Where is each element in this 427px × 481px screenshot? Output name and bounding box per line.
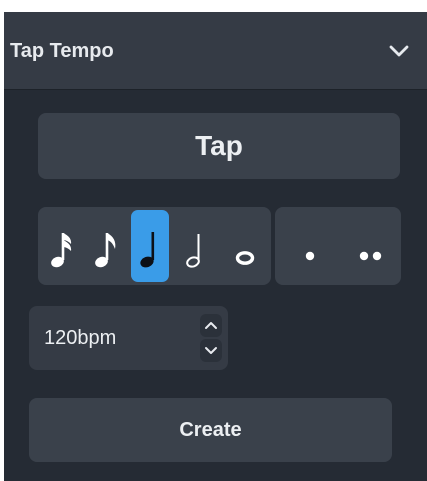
note-option-eighth[interactable] bbox=[86, 210, 124, 282]
sixteenth-note-icon bbox=[51, 233, 72, 268]
tap-tempo-panel: Tap Tempo Tap 120bpm Create bbox=[4, 12, 427, 481]
note-option-half[interactable] bbox=[177, 210, 215, 282]
note-option-quarter[interactable] bbox=[131, 210, 169, 282]
half-note-icon bbox=[186, 234, 200, 268]
single-dot-option[interactable] bbox=[281, 210, 335, 282]
chevron-down-icon bbox=[205, 347, 217, 354]
tempo-stepper: 120bpm bbox=[29, 306, 228, 370]
tempo-input[interactable]: 120bpm bbox=[44, 306, 194, 370]
note-option-sixteenth[interactable] bbox=[42, 210, 80, 282]
dot-selector bbox=[275, 207, 401, 285]
double-dot-icon bbox=[359, 251, 382, 261]
double-dot-option[interactable] bbox=[339, 210, 397, 282]
whole-note-icon bbox=[235, 251, 255, 265]
chevron-up-icon bbox=[205, 322, 217, 329]
panel-title: Tap Tempo bbox=[10, 40, 114, 62]
quarter-note-icon bbox=[140, 232, 155, 268]
eighth-note-icon bbox=[95, 233, 116, 268]
tap-button[interactable]: Tap bbox=[38, 113, 400, 179]
dot-icon bbox=[305, 251, 315, 261]
create-button[interactable]: Create bbox=[29, 398, 392, 462]
chevron-down-icon[interactable] bbox=[386, 38, 412, 64]
tempo-decrement-button[interactable] bbox=[200, 339, 222, 362]
note-option-whole[interactable] bbox=[224, 210, 266, 282]
panel-header[interactable]: Tap Tempo bbox=[4, 12, 427, 90]
tempo-increment-button[interactable] bbox=[200, 314, 222, 337]
note-value-selector bbox=[38, 207, 271, 285]
